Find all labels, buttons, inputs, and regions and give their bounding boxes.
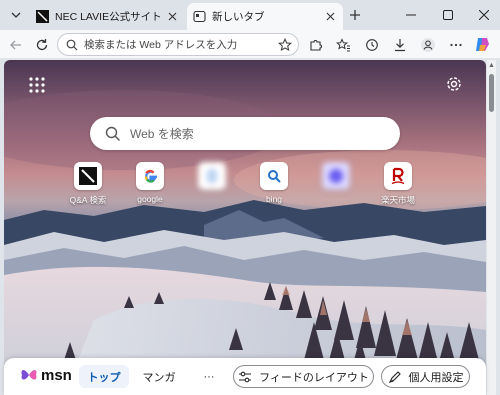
arrow-left-icon [9,40,21,49]
msn-feed-bar: msn トップ マンガ ··· フィードのレイアウト 個人用設定 [4,358,486,395]
quick-link-google[interactable]: google [120,162,180,204]
quick-link-rakuten[interactable]: 楽天市場 [368,162,428,206]
quick-link-label: Q&A 検索 [69,195,107,205]
page-scrollbar[interactable]: ▲ [487,60,496,395]
nec-favicon-icon [36,10,49,23]
tab-title: 新しいタブ [212,11,265,23]
quick-link-blurred-2[interactable] [306,162,366,194]
maximize-icon [443,10,453,20]
tab-actions-button[interactable] [5,5,27,25]
close-window-button[interactable] [474,5,494,25]
nec-qa-icon [79,167,97,185]
address-bar[interactable]: 検索または Web アドレスを入力 [57,33,299,56]
tab-top[interactable]: トップ [79,365,129,388]
gear-icon [447,77,461,91]
scroll-up-icon[interactable]: ▲ [488,62,495,69]
tile-icon-container [322,162,350,190]
quick-link-label: bing [265,194,283,204]
quick-link-bing[interactable]: bing [244,162,304,204]
search-placeholder: Web を検索 [130,127,194,141]
favorites-icon [336,37,350,51]
new-tab-favicon-icon [193,10,206,23]
downloads-button[interactable] [389,34,410,55]
profile-icon [420,37,435,52]
scrollbar-thumb[interactable] [489,74,494,112]
tab-title: NEC LAVIE公式サイト > サービス [55,11,165,23]
msn-logo[interactable]: msn [20,366,72,384]
refresh-button[interactable] [31,34,52,55]
more-tabs-button[interactable]: ··· [194,365,224,388]
close-icon [479,10,489,20]
settings-and-more-button[interactable] [445,34,466,55]
blurred-icon [329,169,343,183]
sliders-icon [239,371,252,382]
puzzle-icon [309,39,322,51]
download-icon [394,38,405,51]
app-launcher-button[interactable] [28,76,46,94]
tile-icon-container [136,162,164,190]
personalize-icon [388,370,401,383]
profile-button[interactable] [417,34,438,55]
more-horizontal-icon [449,43,462,46]
background-landscape-image [4,90,486,395]
quick-link-label: google [137,194,163,204]
tile-icon-container [384,162,412,190]
search-icon [105,126,120,141]
close-icon[interactable] [323,10,337,24]
tile-icon-container [260,162,288,190]
maximize-button[interactable] [438,5,458,25]
blurred-icon [207,169,217,183]
history-button[interactable] [361,34,382,55]
tab-new-tab[interactable]: 新しいタブ [187,3,343,30]
toolbar: 検索または Web アドレスを入力 [0,30,500,59]
history-icon [365,38,378,51]
tab-strip: NEC LAVIE公式サイト > サービス 新しいタブ [0,0,500,30]
search-icon [66,39,78,50]
extensions-button[interactable] [305,34,326,55]
star-icon[interactable] [278,37,292,52]
rakuten-icon [391,167,405,185]
favorites-button[interactable] [333,34,354,55]
grid-dots-icon [29,77,45,93]
tab-nec-lavie[interactable]: NEC LAVIE公式サイト > サービス [30,3,185,30]
minimize-button[interactable] [401,5,421,25]
chevron-down-icon [11,12,21,18]
web-search-box[interactable]: Web を検索 [90,117,400,150]
quick-link-blurred-1[interactable] [182,162,242,194]
tile-icon-container [198,162,226,190]
close-icon[interactable] [165,10,179,24]
feed-layout-label: フィードのレイアウト [259,371,369,384]
back-button[interactable] [5,34,26,55]
quick-link-label: 楽天市場 [380,195,415,205]
personalize-button[interactable]: 個人用設定 [381,365,470,388]
feed-layout-button[interactable]: フィードのレイアウト [233,365,374,388]
tile-icon-container [74,162,102,190]
google-icon [144,169,157,183]
plus-icon [350,10,360,20]
minimize-icon [406,14,416,16]
copilot-button[interactable] [472,34,493,55]
address-placeholder: 検索または Web アドレスを入力 [84,39,238,51]
new-tab-button[interactable] [345,5,365,25]
quick-link-qa[interactable]: Q&A 検索 [58,162,118,206]
msn-butterfly-icon [21,370,37,380]
refresh-icon [36,38,47,50]
copilot-icon [476,38,489,51]
personalize-label: 個人用設定 [408,371,464,384]
new-tab-page: Web を検索 Q&A 検索 google bing 楽天市場 [4,60,486,395]
msn-logo-text: msn [41,366,72,384]
page-settings-button[interactable] [444,74,464,94]
bing-icon [268,170,281,183]
tab-manga[interactable]: マンガ [135,365,183,388]
